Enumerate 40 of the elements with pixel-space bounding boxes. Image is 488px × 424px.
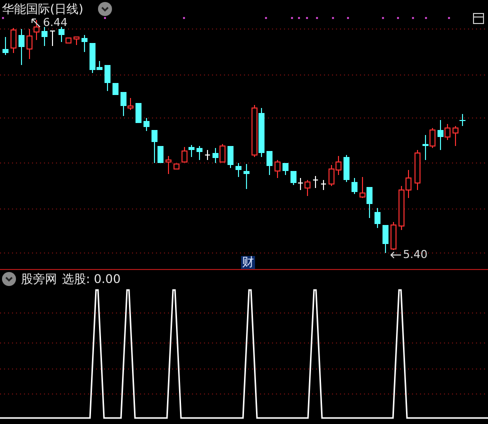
candlestick	[320, 180, 326, 190]
candlestick	[204, 150, 210, 160]
high-price-label: 6.44	[43, 17, 68, 29]
candlestick	[236, 162, 242, 178]
candlestick	[136, 102, 142, 124]
arrow-icon	[390, 251, 402, 259]
candlestick	[42, 26, 48, 46]
candlestick	[50, 30, 56, 46]
candlestick	[414, 150, 420, 190]
candlestick	[228, 146, 234, 168]
candlestick	[312, 176, 318, 188]
candlestick	[196, 146, 202, 160]
candlestick	[10, 28, 16, 54]
chart-title: 华能国际(日线)	[2, 2, 84, 16]
candlestick	[344, 154, 350, 182]
finance-marker[interactable]: 财	[241, 256, 255, 269]
candlestick	[282, 162, 288, 176]
candlestick	[104, 64, 110, 92]
candlestick	[374, 208, 380, 228]
indicator-reading: 选股: 0.00	[62, 272, 121, 286]
candlestick	[2, 36, 8, 56]
candlestick	[82, 34, 88, 52]
candlestick	[174, 164, 180, 170]
window-icon[interactable]	[473, 13, 484, 24]
candlestick	[390, 222, 396, 250]
candlestick	[266, 150, 272, 176]
candlestick	[18, 28, 24, 66]
candlestick	[144, 118, 150, 132]
chevron-icon[interactable]	[2, 272, 16, 286]
candlestick	[244, 164, 250, 190]
candlestick	[112, 82, 118, 96]
candlestick	[382, 224, 388, 254]
candlestick	[352, 178, 358, 194]
chevron-icon[interactable]	[98, 2, 112, 16]
candlestick	[74, 36, 80, 46]
candlestick	[166, 156, 172, 174]
low-price-label: 5.40	[403, 249, 428, 261]
candlestick	[274, 160, 280, 178]
arrow-icon	[31, 18, 41, 28]
indicator-name: 股旁网	[21, 272, 57, 286]
